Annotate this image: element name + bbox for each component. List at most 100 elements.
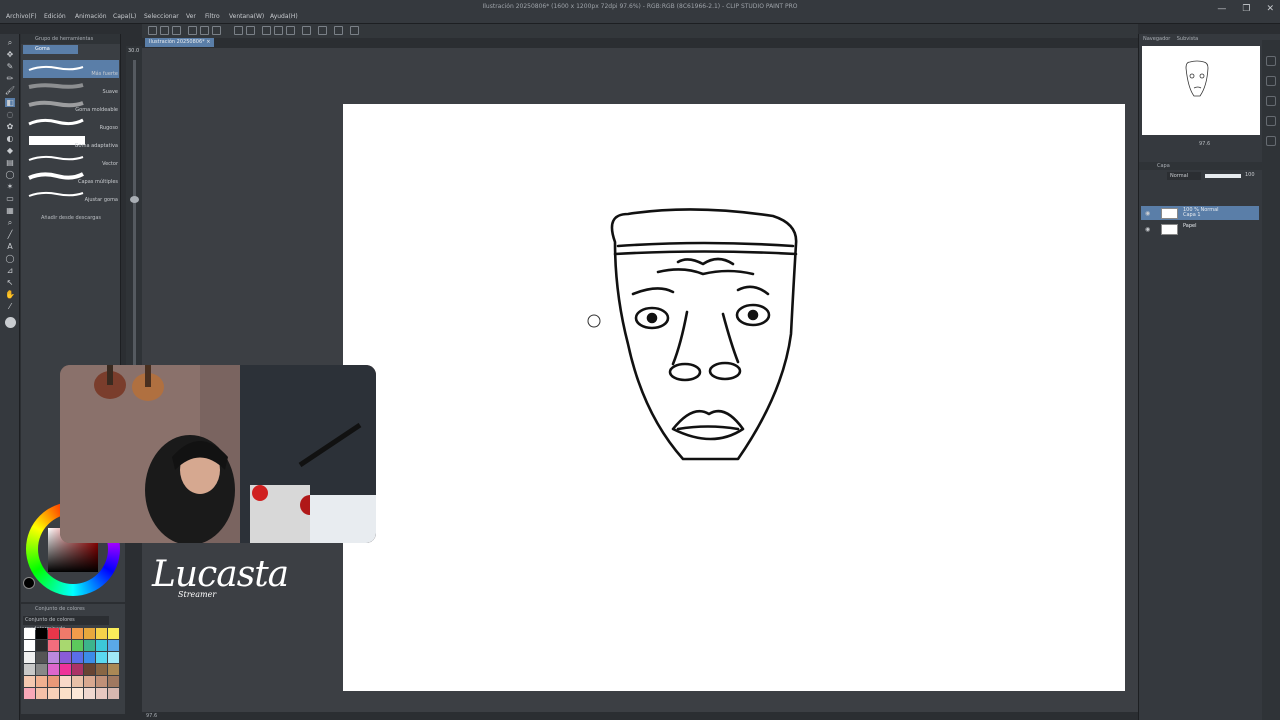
transform-icon[interactable] xyxy=(286,26,295,35)
animation-icon[interactable] xyxy=(1266,96,1276,106)
brush-size-slider[interactable]: 30.0 xyxy=(126,46,142,372)
canvas-paper[interactable] xyxy=(343,104,1125,691)
airbrush-tool-icon[interactable]: ◌ xyxy=(5,110,15,119)
color-swatch[interactable] xyxy=(84,640,95,651)
color-swatch[interactable] xyxy=(36,640,47,651)
clear-icon[interactable] xyxy=(262,26,271,35)
settings-icon[interactable] xyxy=(350,26,359,35)
menu-icon[interactable] xyxy=(148,26,157,35)
color-swatch[interactable] xyxy=(36,688,47,699)
color-swatch[interactable] xyxy=(60,676,71,687)
menu-filtro[interactable]: Filtro xyxy=(205,13,220,20)
material-icon[interactable] xyxy=(1266,136,1276,146)
color-swatch[interactable] xyxy=(48,628,59,639)
maximize-icon[interactable]: ❐ xyxy=(1242,4,1250,14)
menu-ventana[interactable]: Ventana(W) xyxy=(229,13,264,20)
color-swatch[interactable] xyxy=(96,676,107,687)
layer-property-icon[interactable] xyxy=(1266,56,1276,66)
save-icon[interactable] xyxy=(188,26,197,35)
color-swatch[interactable] xyxy=(24,652,35,663)
open-file-icon[interactable] xyxy=(172,26,181,35)
brush-tool-icon[interactable]: 🖌 xyxy=(5,86,15,95)
document-tab[interactable]: Ilustración 20250806* × xyxy=(145,38,215,47)
blend-tool-icon[interactable]: ◐ xyxy=(5,134,15,143)
deselect-icon[interactable] xyxy=(302,26,311,35)
menu-capa[interactable]: Capa(L) xyxy=(113,13,136,20)
color-swatch[interactable] xyxy=(60,652,71,663)
undo-icon[interactable] xyxy=(234,26,243,35)
fill-icon[interactable] xyxy=(274,26,283,35)
visibility-eye-icon[interactable]: ◉ xyxy=(1145,226,1150,233)
color-swatch[interactable] xyxy=(96,628,107,639)
color-swatch[interactable] xyxy=(72,628,83,639)
color-swatch[interactable] xyxy=(72,652,83,663)
color-swatch[interactable] xyxy=(24,676,35,687)
visibility-eye-icon[interactable]: ◉ xyxy=(1145,210,1150,217)
brush-suave[interactable]: Suave xyxy=(23,78,119,96)
minimize-icon[interactable]: — xyxy=(1217,4,1226,14)
ruler-tool-icon[interactable]: ⊿ xyxy=(5,266,15,275)
brush-capas-multiples[interactable]: Capas múltiples xyxy=(23,168,119,186)
brush-ajustar-goma[interactable]: Ajustar goma xyxy=(23,186,119,204)
color-swatch[interactable] xyxy=(72,664,83,675)
color-swatch[interactable] xyxy=(24,640,35,651)
loupe-tool-icon[interactable]: ⌕ xyxy=(5,218,15,227)
color-swatch[interactable] xyxy=(36,652,47,663)
color-swatch[interactable] xyxy=(48,664,59,675)
menu-edicion[interactable]: Edición xyxy=(44,13,66,20)
hand-tool-icon[interactable]: ✋ xyxy=(5,290,15,299)
decoration-tool-icon[interactable]: ✿ xyxy=(5,122,15,131)
color-swatch[interactable] xyxy=(84,676,95,687)
color-swatch[interactable] xyxy=(96,652,107,663)
line-tool-icon[interactable]: ╱ xyxy=(5,230,15,239)
pencil-tool-icon[interactable]: ✏ xyxy=(5,74,15,83)
color-swatch[interactable] xyxy=(60,688,71,699)
slider-knob[interactable] xyxy=(130,196,139,203)
export-icon[interactable] xyxy=(200,26,209,35)
color-swatch[interactable] xyxy=(96,640,107,651)
layer-row-papel[interactable]: ◉ Papel xyxy=(1141,222,1259,236)
color-swatch[interactable] xyxy=(60,640,71,651)
color-swatch[interactable] xyxy=(96,688,107,699)
color-swatch[interactable] xyxy=(36,664,47,675)
color-swatch[interactable] xyxy=(84,664,95,675)
menu-ver[interactable]: Ver xyxy=(186,13,196,20)
text-tool-icon[interactable]: A xyxy=(5,242,15,251)
pen-tool-icon[interactable]: ✎ xyxy=(5,62,15,71)
fill-tool-icon[interactable]: ◆ xyxy=(5,146,15,155)
menu-archivo[interactable]: Archivo(F) xyxy=(6,13,37,20)
color-swatch[interactable] xyxy=(84,652,95,663)
brush-vector[interactable]: Vector xyxy=(23,150,119,168)
add-from-downloads-link[interactable]: Añadir desde descargas xyxy=(41,215,101,221)
navigator-thumbnail[interactable] xyxy=(1142,46,1260,135)
color-swatch[interactable] xyxy=(72,676,83,687)
new-file-icon[interactable] xyxy=(160,26,169,35)
color-swatch[interactable] xyxy=(60,628,71,639)
color-swatch[interactable] xyxy=(72,640,83,651)
lasso-tool-icon[interactable]: ◯ xyxy=(5,170,15,179)
layer-row-capa-1[interactable]: ◉ 100 % Normal Capa 1 xyxy=(1141,206,1259,220)
main-color-icon[interactable] xyxy=(5,317,16,328)
color-swatch[interactable] xyxy=(108,652,119,663)
menu-animacion[interactable]: Animación xyxy=(75,13,107,20)
color-set-dropdown[interactable]: Conjunto de colores predeterminado xyxy=(23,616,109,632)
object-tool-icon[interactable]: ↖ xyxy=(5,278,15,287)
balloon-tool-icon[interactable]: ◯ xyxy=(5,254,15,263)
history-icon[interactable] xyxy=(1266,116,1276,126)
blend-mode-select[interactable]: Normal xyxy=(1167,172,1201,180)
opacity-slider[interactable] xyxy=(1205,174,1241,178)
redo-icon[interactable] xyxy=(246,26,255,35)
frame-tool-icon[interactable]: ▦ xyxy=(5,206,15,215)
crop-icon[interactable] xyxy=(318,26,327,35)
color-swatch[interactable] xyxy=(36,628,47,639)
color-swatch[interactable] xyxy=(24,664,35,675)
color-swatch[interactable] xyxy=(108,628,119,639)
eraser-tool-icon[interactable]: ◧ xyxy=(5,98,15,107)
color-swatch[interactable] xyxy=(72,688,83,699)
color-swatch[interactable] xyxy=(84,628,95,639)
color-swatch[interactable] xyxy=(24,688,35,699)
color-swatch[interactable] xyxy=(48,676,59,687)
ruler-icon[interactable] xyxy=(334,26,343,35)
color-swatch[interactable] xyxy=(108,664,119,675)
share-icon[interactable] xyxy=(212,26,221,35)
